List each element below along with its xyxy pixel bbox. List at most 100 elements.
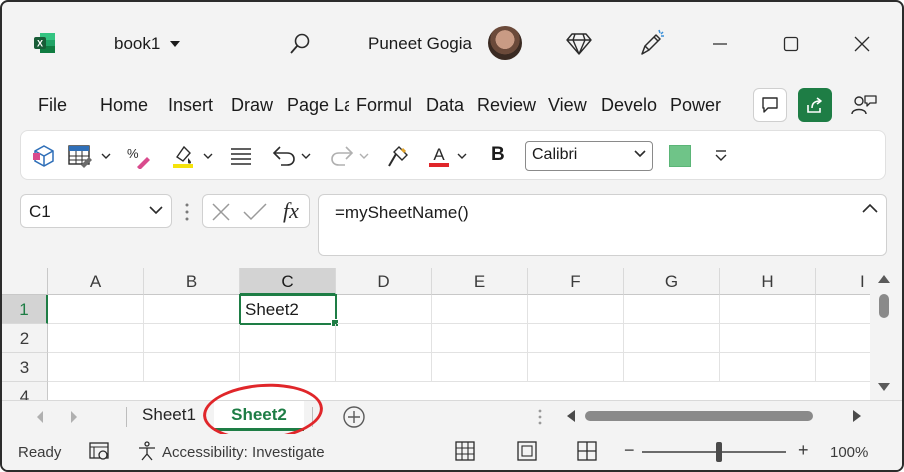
comments-button[interactable] (753, 88, 787, 122)
user-name[interactable]: Puneet Gogia (368, 34, 472, 54)
undo-icon[interactable] (271, 143, 297, 169)
cell-f3[interactable] (528, 353, 624, 382)
percent-style-icon[interactable]: % (125, 143, 151, 169)
cell-b3[interactable] (144, 353, 240, 382)
drag-handle-icon[interactable] (538, 409, 542, 425)
column-header-i[interactable]: I (816, 268, 870, 295)
tab-insert[interactable]: Insert (168, 95, 213, 116)
name-box[interactable]: C1 (20, 194, 172, 228)
column-header-c[interactable]: C (240, 268, 336, 295)
tab-formulas[interactable]: Formul (356, 95, 418, 116)
cell-a1[interactable] (48, 295, 144, 324)
drag-handle-icon[interactable] (183, 202, 191, 222)
enter-check-icon[interactable] (243, 202, 267, 222)
insert-function-icon[interactable]: fx (283, 198, 299, 224)
cell-i1[interactable] (816, 295, 870, 324)
scroll-up-icon[interactable] (878, 274, 890, 284)
cell-a2[interactable] (48, 324, 144, 353)
cell-c1[interactable]: Sheet2 (239, 294, 339, 327)
cell-e2[interactable] (432, 324, 528, 353)
add-sheet-icon[interactable] (342, 405, 366, 429)
cell-c3[interactable] (240, 353, 336, 382)
row-header-4[interactable]: 4 (2, 382, 48, 400)
search-icon[interactable] (286, 30, 314, 58)
prev-sheet-icon[interactable] (36, 411, 44, 423)
scroll-right-icon[interactable] (852, 410, 862, 422)
cell-f1[interactable] (528, 295, 624, 324)
tab-view[interactable]: View (548, 95, 587, 116)
horizontal-scroll-thumb[interactable] (585, 411, 813, 421)
tab-developer[interactable]: Develo (601, 95, 663, 116)
cell-d1[interactable] (337, 295, 432, 324)
accessibility-icon[interactable] (136, 440, 158, 462)
cell-g3[interactable] (624, 353, 720, 382)
cancel-icon[interactable] (211, 202, 231, 222)
zoom-level[interactable]: 100% (830, 444, 868, 461)
chevron-down-icon[interactable] (101, 143, 111, 169)
zoom-in-button[interactable]: + (798, 440, 809, 461)
chevron-up-icon[interactable] (862, 203, 878, 213)
fill-color-swatch[interactable] (669, 145, 691, 167)
diamond-icon[interactable] (565, 30, 593, 58)
column-header-b[interactable]: B (144, 268, 240, 295)
next-sheet-icon[interactable] (70, 411, 78, 423)
font-name-select[interactable]: Calibri (525, 141, 653, 171)
zoom-slider-track[interactable] (642, 451, 786, 453)
scroll-down-icon[interactable] (878, 382, 890, 392)
more-options-icon[interactable] (715, 143, 727, 169)
coauthor-button[interactable] (847, 88, 881, 122)
format-table-icon[interactable] (67, 143, 93, 169)
vertical-scroll-thumb[interactable] (879, 294, 889, 318)
close-icon[interactable] (850, 32, 874, 56)
redo-icon[interactable] (329, 143, 355, 169)
workbook-statistics-icon[interactable] (88, 440, 112, 462)
select-all-corner[interactable] (2, 268, 48, 295)
row-header-3[interactable]: 3 (2, 353, 48, 382)
column-header-h[interactable]: H (720, 268, 816, 295)
zoom-slider-thumb[interactable] (716, 442, 722, 462)
column-header-e[interactable]: E (432, 268, 528, 295)
bold-button[interactable]: B (491, 144, 505, 166)
column-header-g[interactable]: G (624, 268, 720, 295)
avatar[interactable] (488, 26, 522, 60)
cell-e3[interactable] (432, 353, 528, 382)
zoom-out-button[interactable]: − (624, 440, 635, 461)
chevron-down-icon[interactable] (457, 143, 467, 169)
cell-b2[interactable] (144, 324, 240, 353)
highlight-color-icon[interactable] (171, 143, 197, 169)
tab-home[interactable]: Home (100, 95, 148, 116)
cell-i2[interactable] (816, 324, 870, 353)
tab-review[interactable]: Review (477, 95, 536, 116)
tab-draw[interactable]: Draw (231, 95, 273, 116)
tab-power[interactable]: Power (670, 95, 730, 116)
3d-model-icon[interactable] (31, 143, 57, 169)
cell-h3[interactable] (720, 353, 816, 382)
minimize-icon[interactable] (708, 32, 732, 56)
cell-d3[interactable] (336, 353, 432, 382)
chevron-down-icon[interactable] (301, 143, 311, 169)
cell-g2[interactable] (624, 324, 720, 353)
tab-file[interactable]: File (38, 95, 67, 116)
tab-data[interactable]: Data (426, 95, 464, 116)
share-button[interactable] (798, 88, 832, 122)
column-header-f[interactable]: F (528, 268, 624, 295)
cell-g1[interactable] (624, 295, 720, 324)
column-header-d[interactable]: D (336, 268, 432, 295)
cell-a3[interactable] (48, 353, 144, 382)
chevron-down-icon[interactable] (203, 143, 213, 169)
chevron-down-icon[interactable] (359, 143, 369, 169)
cell-e1[interactable] (432, 295, 528, 324)
accessibility-status[interactable]: Accessibility: Investigate (162, 444, 325, 461)
row-header-2[interactable]: 2 (2, 324, 48, 353)
format-painter-icon[interactable] (385, 143, 411, 169)
align-icon[interactable] (229, 143, 253, 169)
pen-icon[interactable] (638, 28, 666, 58)
vertical-scrollbar[interactable] (870, 268, 902, 400)
column-header-a[interactable]: A (48, 268, 144, 295)
cell-f2[interactable] (528, 324, 624, 353)
sheet-tab-sheet1[interactable]: Sheet1 (132, 401, 206, 431)
cell-d2[interactable] (336, 324, 432, 353)
scroll-left-icon[interactable] (566, 410, 576, 422)
cell-h1[interactable] (720, 295, 816, 324)
cell-i3[interactable] (816, 353, 870, 382)
